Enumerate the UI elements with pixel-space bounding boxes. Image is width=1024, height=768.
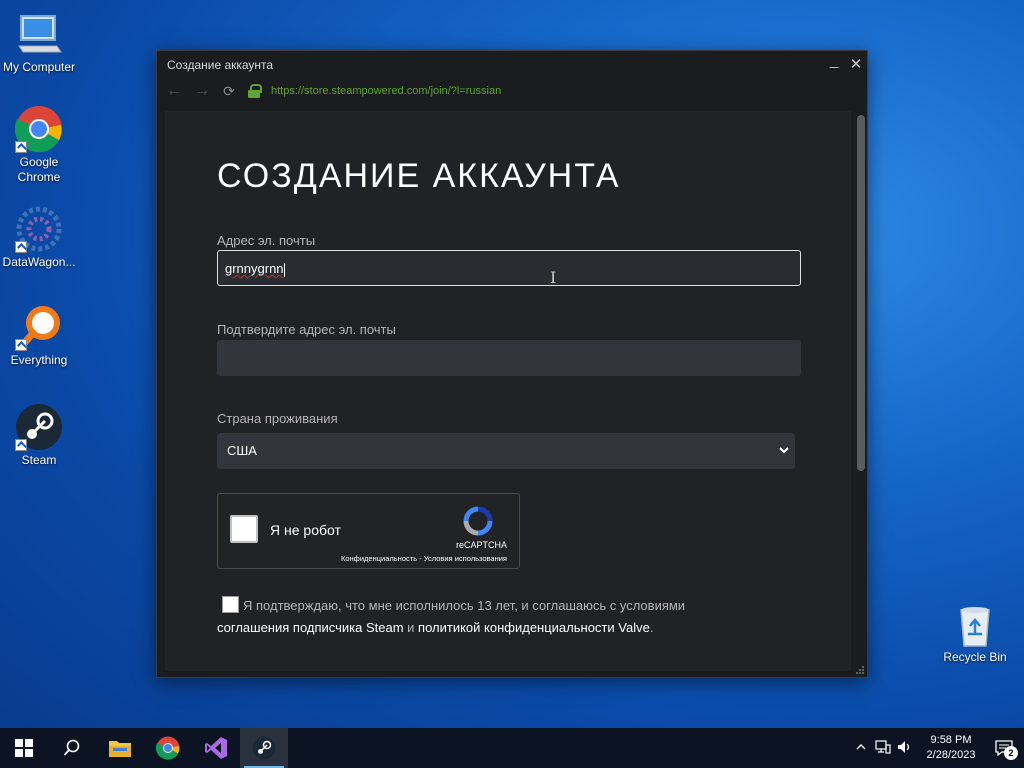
desktop-icon-label: My Computer [2,60,76,74]
close-button[interactable]: ✕ [845,54,867,76]
taskbar-file-explorer[interactable] [96,728,144,768]
email-label: Адрес эл. почты [217,233,316,248]
resize-grip-icon[interactable] [855,665,865,675]
email-value: grnnygrnn [225,261,284,276]
start-button[interactable] [0,728,48,768]
agreement-and-text: и [403,620,419,635]
recaptcha-checkbox[interactable] [230,515,258,543]
taskbar-steam[interactable] [240,728,288,768]
desktop-icon-recycle-bin[interactable]: Recycle Bin [936,600,1014,665]
taskbar-visual-studio[interactable] [192,728,240,768]
agreement-end-text: . [649,620,654,635]
steam-icon [15,403,63,451]
privacy-policy-link[interactable]: политикой конфиденциальности Valve [418,620,650,635]
desktop-icon-steam[interactable]: Steam [0,403,78,468]
confirm-email-field[interactable] [217,340,801,376]
create-account-page: СОЗДАНИЕ АККАУНТА Адрес эл. почты grnnyg… [167,111,851,671]
folder-icon [109,741,131,757]
desktop-icon-datawagon[interactable]: DataWagon... [0,205,78,270]
page-content: СОЗДАНИЕ АККАУНТА Адрес эл. почты grnnyg… [165,111,851,671]
agreement-checkbox[interactable] [222,596,239,613]
email-field[interactable]: grnnygrnn I [217,250,801,287]
taskbar-chrome[interactable] [144,728,192,768]
chrome-icon [156,736,180,760]
minimize-button[interactable]: _ [823,53,845,76]
desktop-icon-label: Recycle Bin [943,650,1007,664]
chrome-icon [14,105,63,153]
country-value: США [227,443,257,458]
shortcut-arrow-icon [15,241,27,253]
reload-icon[interactable]: ⟳ [221,83,237,100]
search-button[interactable] [48,728,96,768]
system-tray: 9:58 PM 2/28/2023 2 [850,728,1024,768]
recaptcha-logo-icon [462,506,494,536]
desktop-icon-everything[interactable]: Everything [0,303,78,368]
recycle-bin-icon [951,600,999,648]
magnifier-icon [15,303,63,351]
shortcut-arrow-icon [15,141,27,153]
agreement-text: Я подтверждаю, что мне исполнилось 13 ле… [243,598,686,613]
browser-navbar: ← → ⟳ https://store.steampowered.com/joi… [157,79,867,103]
search-icon [63,739,80,756]
country-select[interactable]: США [217,433,795,469]
country-label: Страна проживания [217,411,338,426]
confirm-email-label: Подтвердите адрес эл. почты [217,322,396,337]
desktop-icon-label: DataWagon... [2,255,76,269]
desktop-icon-label: Google Chrome [17,155,61,184]
steam-create-account-window: Создание аккаунта _ ✕ ← → ⟳ https://stor… [156,50,868,678]
forward-arrow-icon[interactable]: → [193,82,211,100]
shortcut-arrow-icon [15,339,27,351]
subscriber-agreement-link[interactable]: соглашения подписчика Steam [217,620,404,635]
recaptcha-brand: reCAPTCHA [455,540,507,550]
window-titlebar[interactable]: Создание аккаунта _ ✕ [157,51,867,79]
page-title: СОЗДАНИЕ АККАУНТА [217,157,621,195]
action-center-button[interactable]: 2 [984,728,1024,768]
desktop-icon-google-chrome[interactable]: Google Chrome [0,105,78,185]
notification-badge: 2 [1004,746,1018,760]
visual-studio-icon [205,737,227,759]
desktop-icon-my-computer[interactable]: My Computer [0,10,78,75]
datawagon-icon [15,205,63,253]
clock-time: 9:58 PM [930,734,972,746]
window-title: Создание аккаунта [167,58,274,72]
recaptcha-links[interactable]: Конфиденциальность - Условия использован… [341,554,507,563]
desktop-icon-label: Steam [21,453,57,467]
text-caret [283,262,285,277]
vertical-scrollbar[interactable] [853,111,867,671]
chevron-down-icon [777,433,791,483]
back-arrow-icon[interactable]: ← [165,82,183,100]
network-icon[interactable] [872,739,894,757]
age-agreement: Я подтверждаю, что мне исполнилось 13 ле… [217,595,817,639]
system-clock[interactable]: 9:58 PM 2/28/2023 [918,733,984,763]
taskbar: 9:58 PM 2/28/2023 2 [0,728,1024,768]
recaptcha-widget: Я не робот reCAPTCHA Конфиденциальность … [217,493,520,569]
chevron-up-icon[interactable] [850,741,872,756]
recaptcha-label: Я не робот [270,522,341,538]
lock-icon [247,84,262,98]
shortcut-arrow-icon [15,439,27,451]
volume-icon[interactable] [894,740,916,757]
scrollbar-thumb[interactable] [857,115,865,471]
computer-icon [15,10,63,58]
desktop-icon-label: Everything [10,353,68,367]
ibeam-cursor-icon: I [550,268,557,287]
windows-logo-icon [15,739,33,757]
clock-date: 2/28/2023 [926,749,976,761]
steam-icon [252,736,276,760]
address-url[interactable]: https://store.steampowered.com/join/?l=r… [271,85,501,97]
